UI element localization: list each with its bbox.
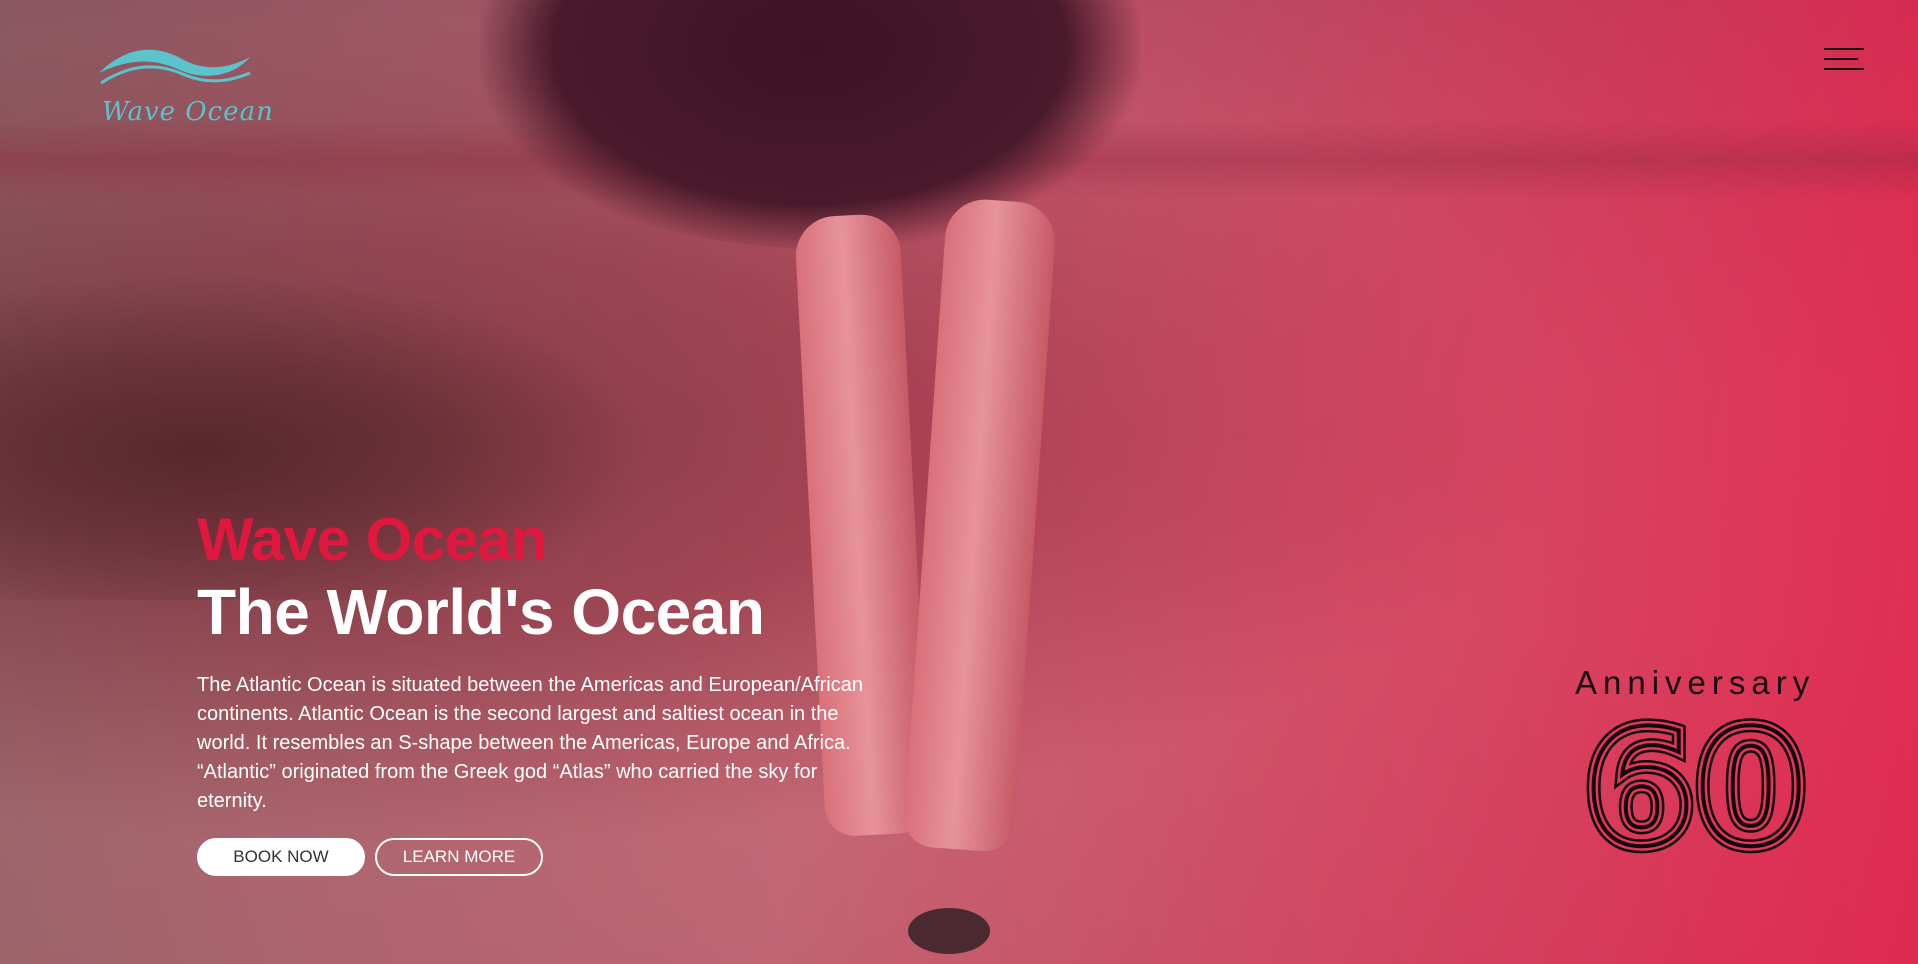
anniversary-label: Anniversary xyxy=(1575,664,1816,701)
svg-text:60: 60 xyxy=(1584,716,1807,856)
brand-logo[interactable]: Wave Ocean xyxy=(97,45,273,135)
hero-section: Wave Ocean Wave Ocean The World's Ocean … xyxy=(0,0,1918,964)
anniversary-badge: Anniversary 60 60 60 xyxy=(1575,664,1816,889)
anniversary-number: 60 60 60 xyxy=(1577,688,1814,889)
background-leg-right xyxy=(902,196,1058,854)
learn-more-button[interactable]: LEARN MORE xyxy=(375,838,543,876)
hero-content: Wave Ocean The World's Ocean The Atlanti… xyxy=(197,505,917,876)
hero-eyebrow: Wave Ocean xyxy=(197,506,547,573)
background-pebble xyxy=(908,908,990,954)
hero-headline: The World's Ocean xyxy=(197,576,765,648)
hero-buttons: BOOK NOW LEARN MORE xyxy=(197,838,917,876)
hero-description: The Atlantic Ocean is situated between t… xyxy=(197,674,863,812)
wave-logo-icon xyxy=(99,49,251,85)
book-now-button[interactable]: BOOK NOW xyxy=(197,838,365,876)
hamburger-menu-icon[interactable] xyxy=(1824,45,1868,75)
logo-text: Wave Ocean xyxy=(102,97,274,127)
